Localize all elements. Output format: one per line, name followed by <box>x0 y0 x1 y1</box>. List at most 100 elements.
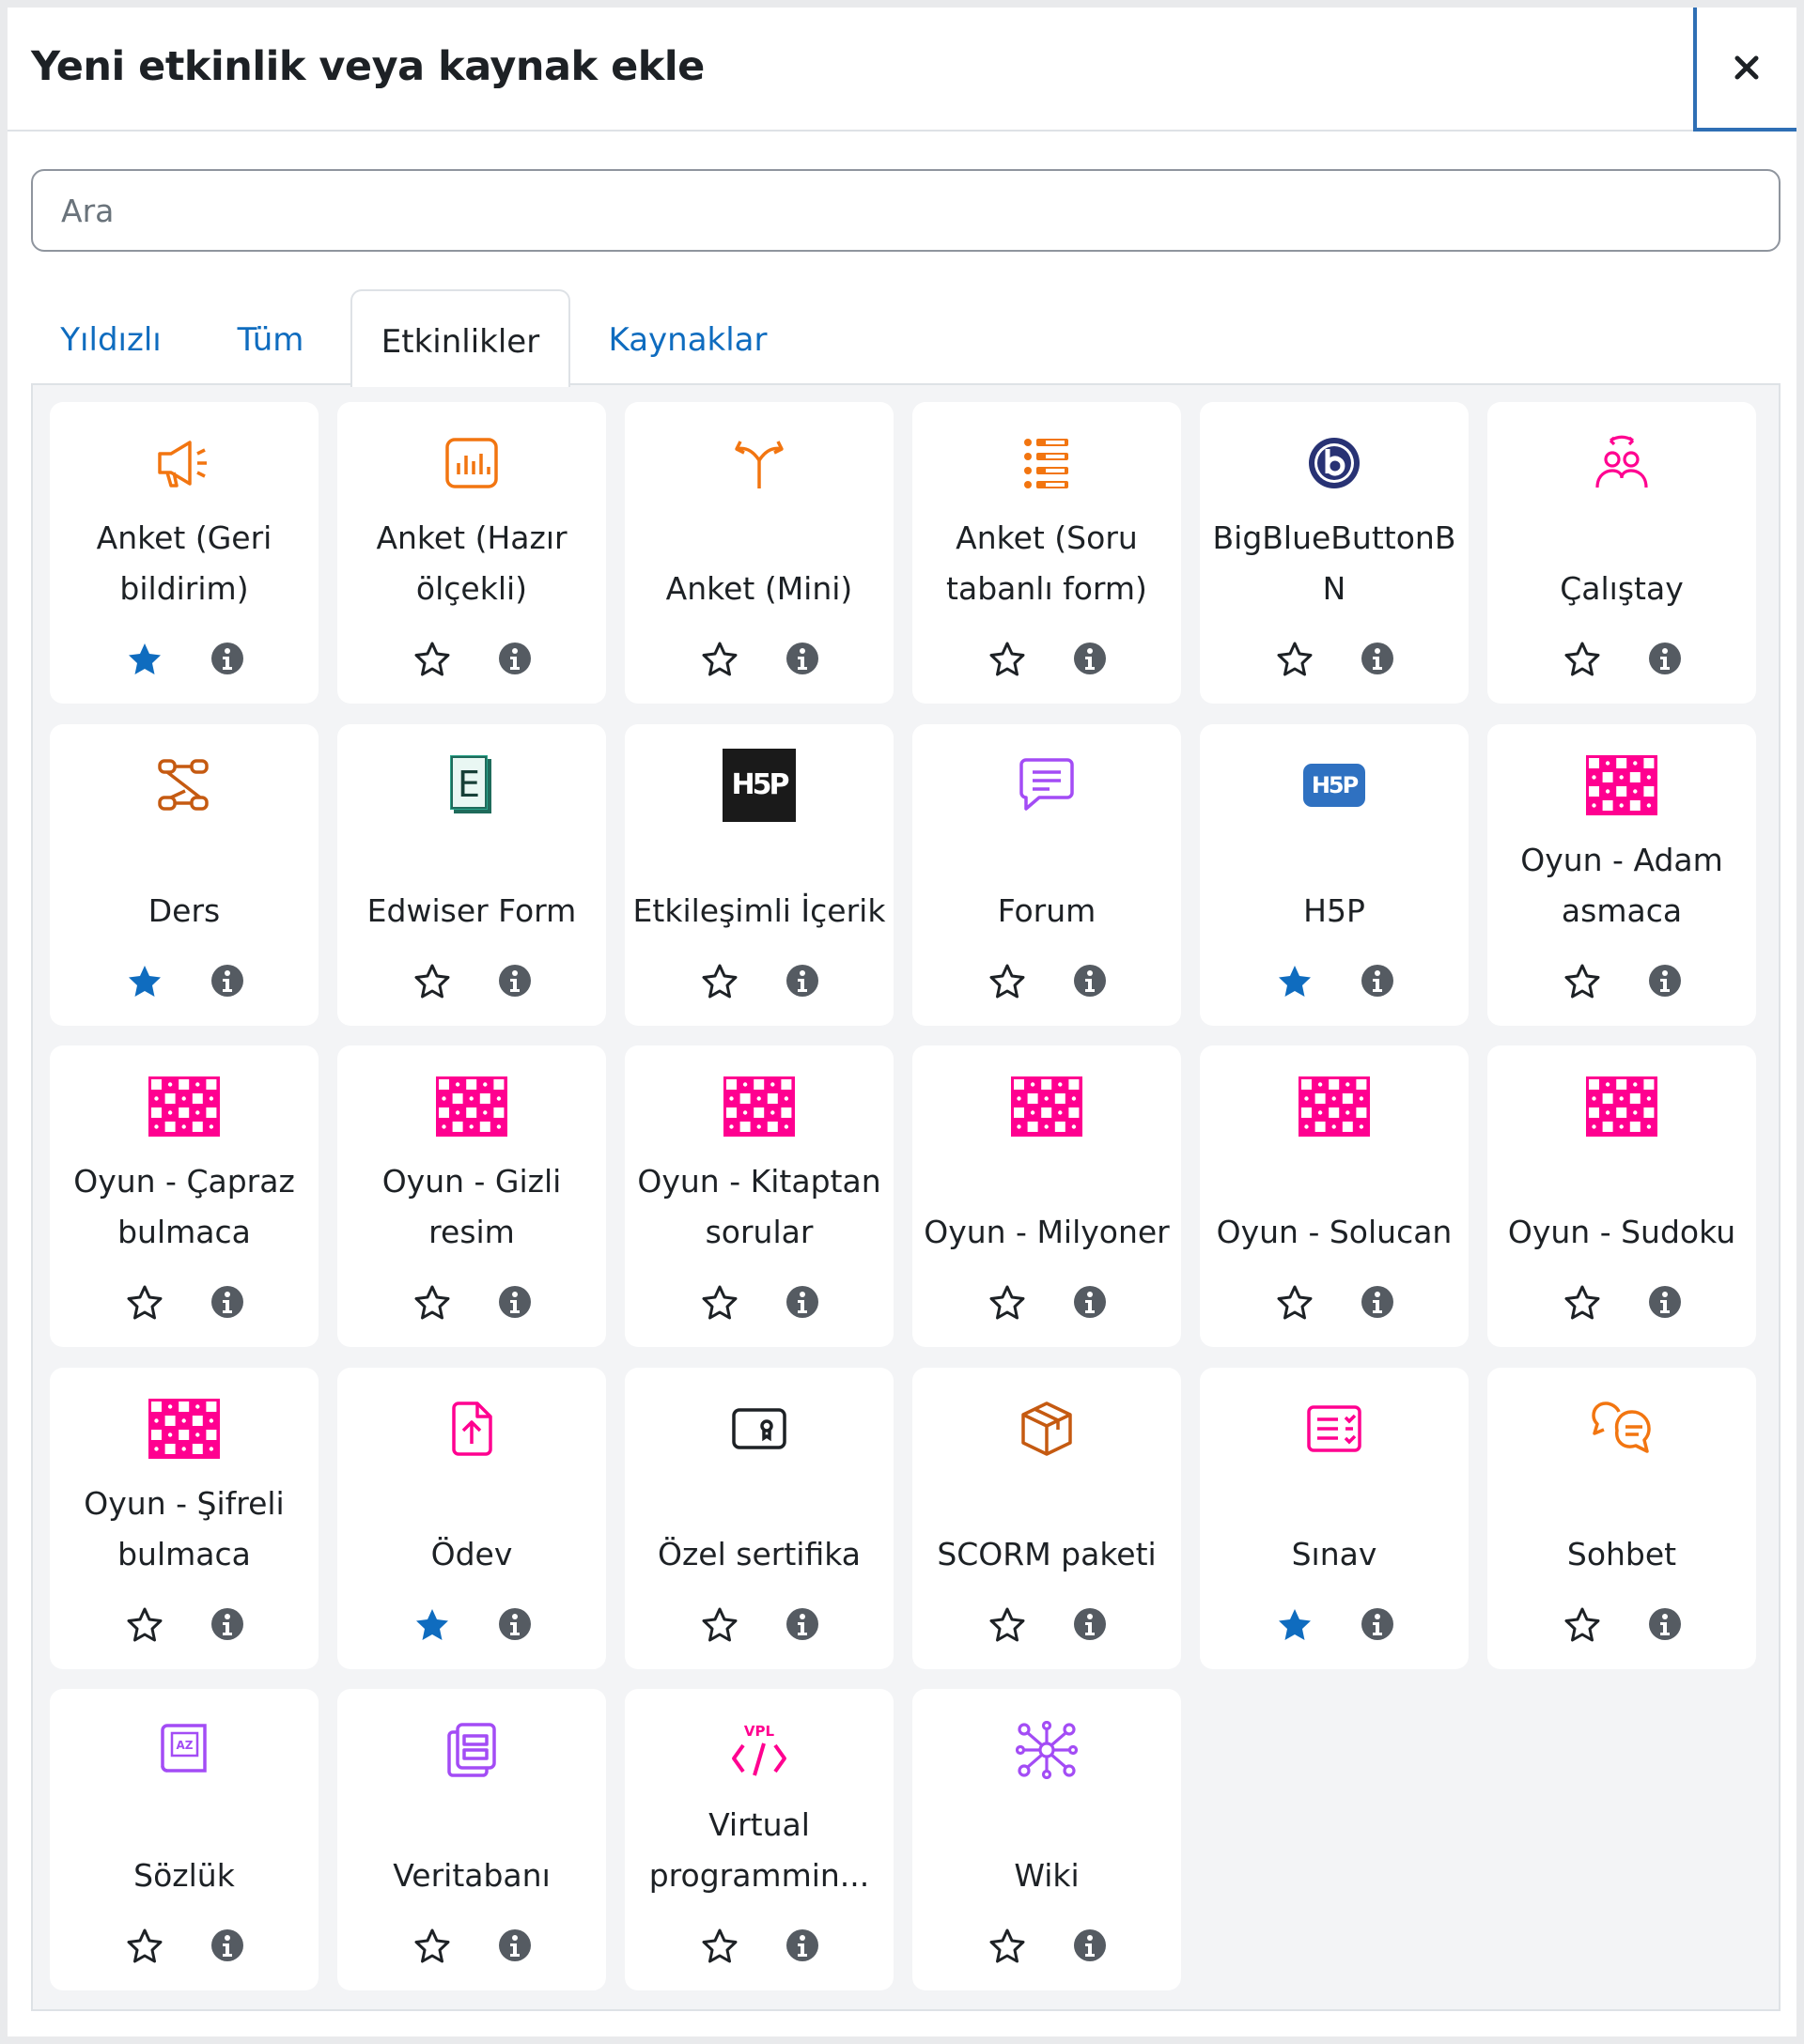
close-button[interactable] <box>1693 8 1796 132</box>
activity-name[interactable]: Oyun - Milyoner <box>916 1156 1177 1258</box>
activity-name[interactable]: Çalıştay <box>1491 513 1752 614</box>
star-filled-icon[interactable] <box>123 959 166 1002</box>
activity-name[interactable]: BigBlueButtonB N <box>1204 513 1465 614</box>
info-icon[interactable] <box>1356 959 1399 1002</box>
info-icon[interactable] <box>1068 1603 1112 1646</box>
activity-card-15[interactable]: Oyun - Kitaptan sorular <box>625 1045 894 1347</box>
activity-name[interactable]: Ödev <box>341 1479 602 1580</box>
info-icon[interactable] <box>1068 959 1112 1002</box>
star-outline-icon[interactable] <box>411 1924 454 1967</box>
star-outline-icon[interactable] <box>1273 1280 1316 1324</box>
info-icon[interactable] <box>493 637 537 680</box>
star-outline-icon[interactable] <box>411 959 454 1002</box>
star-outline-icon[interactable] <box>123 1924 166 1967</box>
activity-card-5[interactable]: BigBlueButtonB N <box>1200 402 1469 704</box>
star-outline-icon[interactable] <box>698 637 741 680</box>
activity-name[interactable]: Etkileşimli İçerik <box>629 835 890 937</box>
star-outline-icon[interactable] <box>698 1603 741 1646</box>
star-outline-icon[interactable] <box>698 959 741 1002</box>
activity-card-10[interactable]: Forum <box>912 724 1181 1026</box>
activity-name[interactable]: Oyun - Şifreli bulmaca <box>54 1479 315 1580</box>
activity-name[interactable]: Oyun - Kitaptan sorular <box>629 1156 890 1258</box>
star-outline-icon[interactable] <box>123 1603 166 1646</box>
tab-resources[interactable]: Kaynaklar <box>587 289 788 385</box>
activity-card-17[interactable]: Oyun - Solucan <box>1200 1045 1469 1347</box>
star-filled-icon[interactable] <box>123 637 166 680</box>
activity-name[interactable]: SCORM paketi <box>916 1479 1177 1580</box>
info-icon[interactable] <box>1643 637 1687 680</box>
star-outline-icon[interactable] <box>986 959 1029 1002</box>
activity-card-20[interactable]: Ödev <box>337 1368 606 1669</box>
search-input[interactable] <box>31 169 1781 252</box>
activity-card-26[interactable]: Veritabanı <box>337 1689 606 1990</box>
activity-name[interactable]: Anket (Hazır ölçekli) <box>341 513 602 614</box>
activity-card-1[interactable]: Anket (Geri bildirim) <box>50 402 319 704</box>
info-icon[interactable] <box>781 1924 824 1967</box>
activity-name[interactable]: Oyun - Sudoku <box>1491 1156 1752 1258</box>
star-outline-icon[interactable] <box>698 1924 741 1967</box>
info-icon[interactable] <box>1356 637 1399 680</box>
info-icon[interactable] <box>1068 637 1112 680</box>
info-icon[interactable] <box>781 1280 824 1324</box>
star-outline-icon[interactable] <box>986 1280 1029 1324</box>
activity-card-27[interactable]: VPL Virtual programmin... <box>625 1689 894 1990</box>
info-icon[interactable] <box>1068 1924 1112 1967</box>
star-outline-icon[interactable] <box>986 637 1029 680</box>
activity-name[interactable]: Anket (Geri bildirim) <box>54 513 315 614</box>
activity-name[interactable]: Virtual programmin... <box>629 1800 890 1901</box>
activity-card-4[interactable]: Anket (Soru tabanlı form) <box>912 402 1181 704</box>
activity-card-3[interactable]: Anket (Mini) <box>625 402 894 704</box>
activity-card-12[interactable]: Oyun - Adam asmaca <box>1487 724 1756 1026</box>
activity-card-7[interactable]: Ders <box>50 724 319 1026</box>
activity-name[interactable]: Veritabanı <box>341 1800 602 1901</box>
star-outline-icon[interactable] <box>1561 1603 1604 1646</box>
star-filled-icon[interactable] <box>1273 959 1316 1002</box>
tab-all[interactable]: Tüm <box>210 289 332 385</box>
info-icon[interactable] <box>781 637 824 680</box>
activity-name[interactable]: Sözlük <box>54 1800 315 1901</box>
star-filled-icon[interactable] <box>411 1603 454 1646</box>
star-outline-icon[interactable] <box>1561 959 1604 1002</box>
activity-card-6[interactable]: Çalıştay <box>1487 402 1756 704</box>
info-icon[interactable] <box>206 1280 249 1324</box>
activity-card-16[interactable]: Oyun - Milyoner <box>912 1045 1181 1347</box>
activity-name[interactable]: Sohbet <box>1491 1479 1752 1580</box>
activity-card-28[interactable]: Wiki <box>912 1689 1181 1990</box>
activity-card-8[interactable]: E Edwiser Form <box>337 724 606 1026</box>
activity-card-11[interactable]: H5P H5P <box>1200 724 1469 1026</box>
star-outline-icon[interactable] <box>123 1280 166 1324</box>
info-icon[interactable] <box>206 959 249 1002</box>
star-outline-icon[interactable] <box>1561 637 1604 680</box>
star-outline-icon[interactable] <box>986 1924 1029 1967</box>
activity-name[interactable]: Wiki <box>916 1800 1177 1901</box>
activity-name[interactable]: Oyun - Gizli resim <box>341 1156 602 1258</box>
activity-card-2[interactable]: Anket (Hazır ölçekli) <box>337 402 606 704</box>
activity-name[interactable]: Oyun - Solucan <box>1204 1156 1465 1258</box>
info-icon[interactable] <box>206 637 249 680</box>
activity-card-25[interactable]: AZ Sözlük <box>50 1689 319 1990</box>
activity-card-23[interactable]: Sınav <box>1200 1368 1469 1669</box>
star-outline-icon[interactable] <box>411 1280 454 1324</box>
activity-card-22[interactable]: SCORM paketi <box>912 1368 1181 1669</box>
info-icon[interactable] <box>206 1603 249 1646</box>
star-outline-icon[interactable] <box>411 637 454 680</box>
activity-name[interactable]: Sınav <box>1204 1479 1465 1580</box>
info-icon[interactable] <box>1356 1603 1399 1646</box>
tab-activities[interactable]: Etkinlikler <box>350 289 570 387</box>
tab-starred[interactable]: Yıldızlı <box>44 289 178 385</box>
activity-name[interactable]: Oyun - Adam asmaca <box>1491 835 1752 937</box>
info-icon[interactable] <box>1643 959 1687 1002</box>
star-filled-icon[interactable] <box>1273 1603 1316 1646</box>
activity-name[interactable]: Edwiser Form <box>341 835 602 937</box>
info-icon[interactable] <box>493 1924 537 1967</box>
activity-name[interactable]: Ders <box>54 835 315 937</box>
activity-name[interactable]: Forum <box>916 835 1177 937</box>
info-icon[interactable] <box>493 1603 537 1646</box>
info-icon[interactable] <box>206 1924 249 1967</box>
activity-name[interactable]: Oyun - Çapraz bulmaca <box>54 1156 315 1258</box>
activity-card-13[interactable]: Oyun - Çapraz bulmaca <box>50 1045 319 1347</box>
info-icon[interactable] <box>1356 1280 1399 1324</box>
activity-card-19[interactable]: Oyun - Şifreli bulmaca <box>50 1368 319 1669</box>
activity-name[interactable]: Anket (Soru tabanlı form) <box>916 513 1177 614</box>
activity-name[interactable]: Özel sertifika <box>629 1479 890 1580</box>
